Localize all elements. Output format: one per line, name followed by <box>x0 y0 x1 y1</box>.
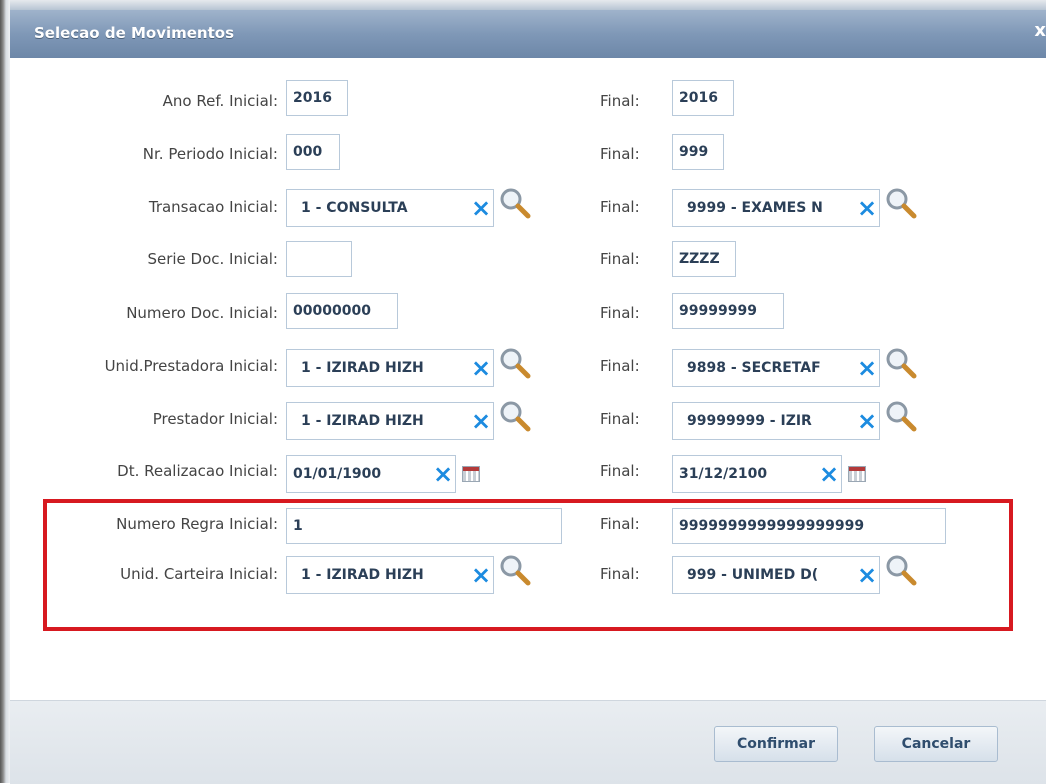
dt-realizacao-label: Dt. Realizacao Inicial: <box>117 462 278 480</box>
dialog: Selecao de Movimentos x Ano Ref. Inicial… <box>10 0 1046 784</box>
magnifier-icon[interactable] <box>498 186 532 220</box>
magnifier-icon[interactable] <box>884 186 918 220</box>
nr-periodo-final-label: Final: <box>600 145 640 163</box>
dt-realizacao-final-label: Final: <box>600 462 640 480</box>
calendar-icon[interactable] <box>462 466 480 482</box>
ano-ref-label: Ano Ref. Inicial: <box>162 92 278 110</box>
clear-icon[interactable]: × <box>855 409 879 433</box>
window-left-edge <box>0 0 10 783</box>
prestador-label: Prestador Inicial: <box>152 410 278 428</box>
dialog-title: Selecao de Movimentos <box>34 24 235 42</box>
prestador-start-lookup[interactable]: 1 - IZIRAD HIZH × <box>286 402 494 440</box>
calendar-icon[interactable] <box>848 466 866 482</box>
dt-realizacao-start-value: 01/01/1900 <box>293 466 382 482</box>
dt-realizacao-end-value: 31/12/2100 <box>679 466 768 482</box>
ano-ref-final-label: Final: <box>600 92 640 110</box>
highlight-box <box>43 499 1013 631</box>
clear-icon[interactable]: × <box>817 462 841 486</box>
prestador-start-value: 1 - IZIRAD HIZH <box>301 413 424 429</box>
dt-realizacao-start-date[interactable]: 01/01/1900 × <box>286 455 456 493</box>
title-bar: Selecao de Movimentos x <box>10 10 1046 58</box>
transacao-end-lookup[interactable]: 9999 - EXAMES N × <box>672 189 880 227</box>
transacao-end-value: 9999 - EXAMES N <box>687 200 823 216</box>
unid-prestadora-start-value: 1 - IZIRAD HIZH <box>301 360 424 376</box>
dt-realizacao-end-date[interactable]: 31/12/2100 × <box>672 455 842 493</box>
serie-doc-end-input[interactable]: ZZZZ <box>672 241 736 277</box>
clear-icon[interactable]: × <box>469 356 493 380</box>
unid-prestadora-end-value: 9898 - SECRETAF <box>687 360 821 376</box>
nr-periodo-label: Nr. Periodo Inicial: <box>142 145 278 163</box>
prestador-final-label: Final: <box>600 410 640 428</box>
numero-doc-start-input[interactable]: 00000000 <box>286 293 398 329</box>
nr-periodo-start-input[interactable]: 000 <box>286 134 340 170</box>
ano-ref-start-input[interactable]: 2016 <box>286 80 348 116</box>
transacao-start-value: 1 - CONSULTA <box>301 200 408 216</box>
cancel-button[interactable]: Cancelar <box>874 726 998 762</box>
nr-periodo-end-input[interactable]: 999 <box>672 134 724 170</box>
unid-prestadora-start-lookup[interactable]: 1 - IZIRAD HIZH × <box>286 349 494 387</box>
unid-prestadora-final-label: Final: <box>600 357 640 375</box>
numero-doc-label: Numero Doc. Inicial: <box>126 304 278 322</box>
magnifier-icon[interactable] <box>884 346 918 380</box>
magnifier-icon[interactable] <box>498 346 532 380</box>
numero-doc-end-input[interactable]: 99999999 <box>672 293 784 329</box>
close-icon[interactable]: x <box>1034 20 1046 41</box>
serie-doc-label: Serie Doc. Inicial: <box>147 250 278 268</box>
confirm-button[interactable]: Confirmar <box>714 726 838 762</box>
serie-doc-final-label: Final: <box>600 250 640 268</box>
clear-icon[interactable]: × <box>469 196 493 220</box>
prestador-end-value: 99999999 - IZIR <box>687 413 812 429</box>
serie-doc-start-input[interactable] <box>286 241 352 277</box>
magnifier-icon[interactable] <box>884 399 918 433</box>
clear-icon[interactable]: × <box>431 462 455 486</box>
numero-doc-final-label: Final: <box>600 304 640 322</box>
clear-icon[interactable]: × <box>855 356 879 380</box>
transacao-label: Transacao Inicial: <box>148 198 278 216</box>
magnifier-icon[interactable] <box>498 399 532 433</box>
clear-icon[interactable]: × <box>469 409 493 433</box>
prestador-end-lookup[interactable]: 99999999 - IZIR × <box>672 402 880 440</box>
ano-ref-end-input[interactable]: 2016 <box>672 80 734 116</box>
unid-prestadora-end-lookup[interactable]: 9898 - SECRETAF × <box>672 349 880 387</box>
transacao-start-lookup[interactable]: 1 - CONSULTA × <box>286 189 494 227</box>
unid-prestadora-label: Unid.Prestadora Inicial: <box>104 357 278 375</box>
window-top-border <box>10 0 1046 10</box>
clear-icon[interactable]: × <box>855 196 879 220</box>
transacao-final-label: Final: <box>600 198 640 216</box>
